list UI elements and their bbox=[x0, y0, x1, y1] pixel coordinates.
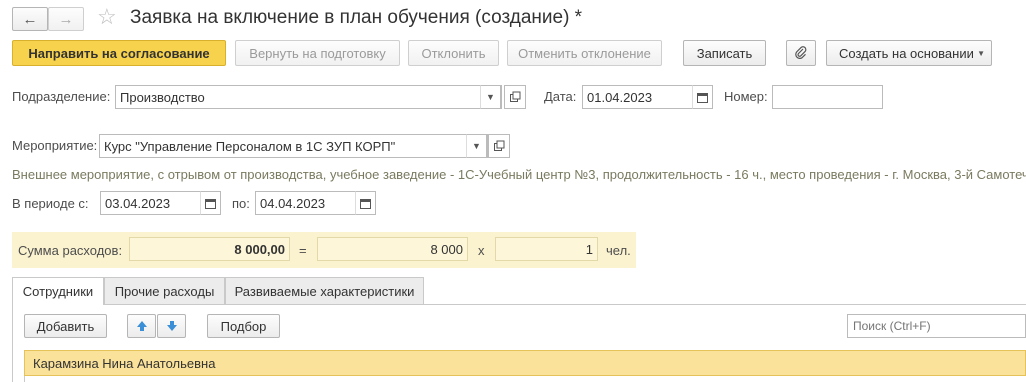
table-row[interactable]: Карамзина Нина Анатольевна bbox=[24, 350, 1026, 376]
arrow-up-icon bbox=[136, 321, 147, 331]
period-from-value: 03.04.2023 bbox=[105, 195, 171, 211]
open-link-icon bbox=[494, 140, 505, 151]
cost-per-person-value: 8 000 bbox=[430, 241, 463, 257]
attach-button[interactable] bbox=[786, 40, 816, 66]
open-link-icon bbox=[510, 91, 521, 102]
event-value: Курс "Управление Персоналом в 1С ЗУП КОР… bbox=[104, 138, 396, 154]
paperclip-icon bbox=[795, 46, 807, 59]
chevron-down-icon: ▼ bbox=[977, 48, 985, 58]
persons-value: 1 bbox=[585, 241, 593, 257]
employee-name: Карамзина Нина Анатольевна bbox=[33, 355, 216, 371]
department-dropdown-icon[interactable]: ▼ bbox=[480, 85, 501, 109]
date-value: 01.04.2023 bbox=[587, 89, 653, 105]
multiply-sign: х bbox=[478, 243, 485, 258]
tab-characteristics[interactable]: Развиваемые характеристики bbox=[225, 277, 424, 304]
back-button[interactable]: ← bbox=[12, 7, 48, 31]
return-prepare-button[interactable]: Вернуть на подготовку bbox=[235, 40, 400, 66]
period-to-label: по: bbox=[232, 196, 250, 211]
tab-other-expenses-label: Прочие расходы bbox=[114, 283, 215, 299]
date-label: Дата: bbox=[544, 89, 577, 104]
search-input[interactable] bbox=[847, 314, 1026, 338]
calendar-icon[interactable] bbox=[692, 85, 713, 109]
tab-characteristics-label: Развиваемые характеристики bbox=[234, 283, 415, 299]
event-field[interactable]: Курс "Управление Персоналом в 1С ЗУП КОР… bbox=[99, 134, 488, 158]
calendar-icon[interactable] bbox=[200, 191, 221, 215]
save-button[interactable]: Записать bbox=[683, 40, 766, 66]
number-field[interactable] bbox=[772, 85, 883, 109]
tab-other-expenses[interactable]: Прочие расходы bbox=[104, 277, 225, 304]
select-button[interactable]: Подбор bbox=[207, 314, 280, 338]
page-title: Заявка на включение в план обучения (соз… bbox=[130, 7, 583, 28]
arrow-right-icon: → bbox=[58, 10, 74, 28]
cancel-reject-button[interactable]: Отменить отклонение bbox=[507, 40, 662, 66]
equals-sign: = bbox=[299, 243, 307, 258]
create-based-label: Создать на основании bbox=[839, 45, 974, 61]
event-description: Внешнее мероприятие, с отрывом от произв… bbox=[12, 167, 1026, 182]
cost-total-value: 8 000,00 bbox=[234, 241, 285, 257]
send-approval-button[interactable]: Направить на согласование bbox=[12, 40, 226, 66]
add-button[interactable]: Добавить bbox=[24, 314, 107, 338]
tab-employees-label: Сотрудники bbox=[22, 284, 94, 299]
move-down-button[interactable] bbox=[157, 314, 186, 338]
period-to-value: 04.04.2023 bbox=[260, 195, 326, 211]
department-open-button[interactable] bbox=[504, 85, 526, 109]
reject-button[interactable]: Отклонить bbox=[408, 40, 499, 66]
move-up-button[interactable] bbox=[127, 314, 156, 338]
persons-field: 1 bbox=[495, 237, 598, 261]
arrow-down-icon bbox=[166, 321, 177, 331]
period-from-label: В периоде с: bbox=[12, 196, 89, 211]
event-dropdown-icon[interactable]: ▼ bbox=[466, 134, 487, 158]
event-open-button[interactable] bbox=[488, 134, 510, 158]
department-label: Подразделение: bbox=[12, 89, 111, 104]
department-field[interactable]: Производство bbox=[115, 85, 502, 109]
arrow-left-icon: ← bbox=[22, 10, 38, 28]
calendar-icon[interactable] bbox=[355, 191, 376, 215]
event-label: Мероприятие: bbox=[12, 138, 98, 153]
cost-per-person-field[interactable]: 8 000 bbox=[317, 237, 468, 261]
persons-unit: чел. bbox=[606, 243, 631, 258]
tab-employees[interactable]: Сотрудники bbox=[12, 277, 104, 305]
table-border bbox=[24, 376, 1026, 382]
cost-label: Сумма расходов: bbox=[18, 243, 123, 258]
favorite-star-icon[interactable]: ☆ bbox=[97, 4, 117, 30]
create-based-button[interactable]: Создать на основании ▼ bbox=[826, 40, 992, 66]
forward-button[interactable]: → bbox=[48, 7, 84, 31]
cost-total-field: 8 000,00 bbox=[129, 237, 290, 261]
number-label: Номер: bbox=[724, 89, 768, 104]
department-value: Производство bbox=[120, 89, 205, 105]
